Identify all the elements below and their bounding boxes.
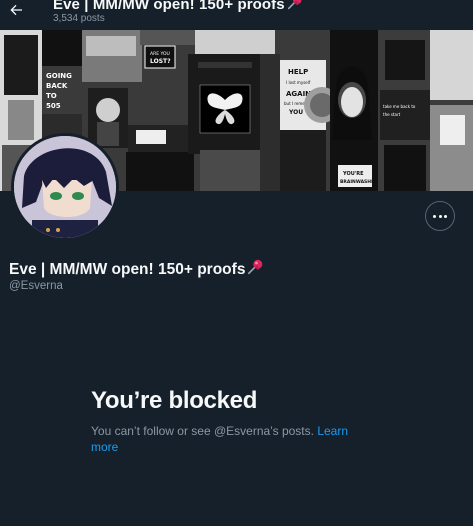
- header-title-text: Eve | MM/MW open! 150+ proofs: [53, 0, 285, 13]
- top-bar: Eve | MM/MW open! 150+ proofs 3,534 post…: [0, 0, 473, 30]
- svg-text:TO: TO: [46, 92, 57, 100]
- svg-text:GOING: GOING: [46, 72, 72, 80]
- profile-handle: @Esverna: [9, 280, 63, 292]
- blocked-message: You can’t follow or see @Esverna’s posts…: [91, 423, 361, 455]
- svg-text:YOU'RE: YOU'RE: [342, 171, 364, 177]
- svg-text:BACK: BACK: [46, 82, 68, 90]
- svg-text:the start: the start: [383, 112, 401, 117]
- svg-text:ARE YOU: ARE YOU: [150, 51, 170, 57]
- svg-text:I lost myself: I lost myself: [286, 80, 311, 85]
- more-horizontal-icon: [433, 214, 447, 218]
- posts-count: 3,534 posts: [53, 13, 105, 24]
- profile-avatar[interactable]: [11, 133, 119, 241]
- profile-name-text: Eve | MM/MW open! 150+ proofs: [9, 261, 246, 278]
- pushpin-icon: [287, 0, 302, 10]
- arrow-left-icon: [10, 4, 22, 16]
- avatar-image: [14, 136, 116, 238]
- header-title: Eve | MM/MW open! 150+ proofs: [53, 0, 304, 13]
- back-button[interactable]: [4, 0, 28, 22]
- svg-text:BRAINWASHED: BRAINWASHED: [340, 179, 378, 185]
- more-button[interactable]: [425, 201, 455, 231]
- svg-text:505: 505: [46, 102, 61, 110]
- pushpin-icon: [248, 259, 263, 275]
- svg-text:HELP: HELP: [288, 68, 308, 76]
- svg-text:LOST?: LOST?: [150, 58, 171, 65]
- blocked-title: You’re blocked: [91, 387, 258, 414]
- svg-text:take me back to: take me back to: [383, 104, 416, 109]
- blocked-message-text: You can’t follow or see @Esverna’s posts…: [91, 424, 314, 438]
- profile-name: Eve | MM/MW open! 150+ proofs: [9, 258, 265, 279]
- svg-text:YOU: YOU: [288, 109, 303, 116]
